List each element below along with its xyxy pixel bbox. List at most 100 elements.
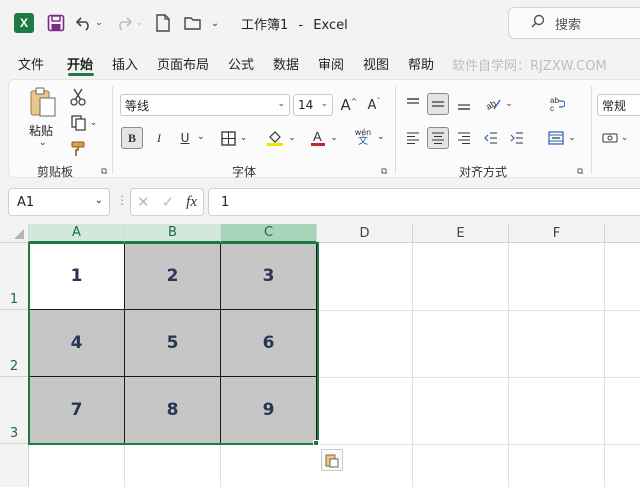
- cell-b2[interactable]: 5: [125, 310, 221, 377]
- format-painter-icon[interactable]: [67, 138, 89, 160]
- title-separator: -: [298, 18, 304, 33]
- column-header-g[interactable]: [605, 224, 640, 243]
- more-options-icon[interactable]: ⋮: [116, 193, 128, 207]
- merge-center-icon[interactable]: ⌄: [543, 127, 581, 149]
- redo-icon[interactable]: ⌄: [114, 12, 144, 34]
- cell-c1[interactable]: 3: [221, 243, 317, 310]
- open-folder-icon[interactable]: [182, 12, 204, 34]
- tab-page-layout[interactable]: 页面布局: [157, 54, 209, 73]
- column-header-b[interactable]: B: [125, 224, 221, 243]
- align-left-icon[interactable]: [403, 127, 423, 149]
- group-divider: [112, 86, 113, 174]
- enter-icon[interactable]: ✓: [162, 193, 175, 211]
- select-all-corner[interactable]: [0, 224, 29, 243]
- phonetic-bottom-text: 文: [358, 136, 368, 147]
- clipboard-launcher-icon[interactable]: ⧉: [101, 167, 107, 177]
- font-name-select[interactable]: 等线 ⌄: [120, 94, 290, 116]
- copy-icon[interactable]: ⌄: [67, 112, 101, 134]
- column-header-f[interactable]: F: [509, 224, 605, 243]
- tab-file[interactable]: 文件: [18, 54, 44, 73]
- column-header-e[interactable]: E: [413, 224, 509, 243]
- quick-access-dropdown-icon[interactable]: ⌄: [208, 12, 222, 34]
- column-header-a[interactable]: A: [29, 224, 125, 243]
- tab-review[interactable]: 审阅: [318, 54, 344, 73]
- align-middle-icon[interactable]: [427, 93, 449, 115]
- align-top-icon[interactable]: [403, 93, 423, 115]
- increase-font-icon[interactable]: A ^: [339, 94, 359, 116]
- workbook-name: 工作簿1: [241, 18, 289, 33]
- alignment-launcher-icon[interactable]: ⧉: [577, 167, 583, 177]
- cell-a2[interactable]: 4: [29, 310, 125, 377]
- align-right-icon[interactable]: [454, 127, 474, 149]
- wrap-text-icon[interactable]: ab c: [547, 93, 567, 115]
- accounting-format-icon[interactable]: ⌄: [599, 127, 631, 149]
- row-header-4[interactable]: [0, 444, 29, 487]
- tab-help[interactable]: 帮助: [408, 54, 434, 73]
- group-divider: [591, 86, 592, 174]
- gridline: [29, 444, 640, 445]
- window-title: 工作簿1 - Excel: [241, 14, 348, 33]
- row-header-1[interactable]: 1: [0, 243, 29, 310]
- underline-button[interactable]: U: [175, 127, 195, 149]
- paste-label[interactable]: 粘贴: [29, 122, 53, 139]
- increase-indent-icon[interactable]: [507, 127, 527, 149]
- bold-button[interactable]: B: [121, 127, 143, 149]
- tab-insert[interactable]: 插入: [112, 54, 138, 73]
- number-format-select[interactable]: 常规: [597, 94, 640, 116]
- row-header-2[interactable]: 2: [0, 310, 29, 377]
- text-orientation-icon[interactable]: ab ⌄: [481, 93, 517, 115]
- name-box[interactable]: A1 ⌄: [8, 188, 110, 216]
- gridline: [317, 377, 640, 378]
- cell-b3[interactable]: 8: [125, 377, 221, 444]
- underline-dropdown-icon[interactable]: ⌄: [197, 132, 205, 142]
- insert-function-icon[interactable]: fx: [186, 194, 197, 211]
- search-box[interactable]: 搜索: [508, 7, 640, 39]
- cell-c2[interactable]: 6: [221, 310, 317, 377]
- tab-view[interactable]: 视图: [363, 54, 389, 73]
- paste-icon[interactable]: [27, 86, 59, 118]
- fill-color-icon[interactable]: ⌄: [261, 127, 301, 149]
- cell-c3[interactable]: 9: [221, 377, 317, 444]
- ribbon-tabs: 文件 开始 插入 页面布局 公式 数据 审阅 视图 帮助 软件自学网：RJZXW…: [0, 46, 640, 76]
- borders-icon[interactable]: ⌄: [217, 127, 251, 149]
- gridline: [508, 243, 509, 487]
- font-size-select[interactable]: 14 ⌄: [293, 94, 333, 116]
- tab-home[interactable]: 开始: [67, 54, 93, 73]
- align-center-icon[interactable]: [427, 127, 449, 149]
- gridline: [220, 444, 221, 487]
- cancel-icon[interactable]: ✕: [137, 193, 150, 211]
- tab-data[interactable]: 数据: [273, 54, 299, 73]
- decrease-indent-icon[interactable]: [481, 127, 501, 149]
- formula-input[interactable]: 1: [208, 188, 640, 216]
- gridline: [317, 310, 640, 311]
- cut-icon[interactable]: [67, 86, 89, 108]
- align-bottom-icon[interactable]: [454, 93, 474, 115]
- font-launcher-icon[interactable]: ⧉: [381, 167, 387, 177]
- paste-dropdown-icon[interactable]: ⌄: [39, 138, 47, 148]
- chevron-down-icon[interactable]: ⌄: [95, 195, 103, 206]
- search-placeholder: 搜索: [555, 17, 582, 33]
- phonetic-dropdown-icon[interactable]: ⌄: [377, 132, 385, 142]
- column-header-d[interactable]: D: [317, 224, 413, 243]
- fill-handle[interactable]: [313, 440, 319, 446]
- watermark-text: 软件自学网：RJZXW.COM: [452, 59, 607, 74]
- tab-formulas[interactable]: 公式: [228, 54, 254, 73]
- undo-icon[interactable]: ⌄: [74, 12, 104, 34]
- gridline: [604, 243, 605, 487]
- search-icon: [531, 14, 545, 32]
- cell-b1[interactable]: 2: [125, 243, 221, 310]
- column-header-c[interactable]: C: [221, 224, 317, 243]
- new-file-icon[interactable]: [153, 12, 173, 34]
- paste-options-icon[interactable]: [321, 449, 343, 471]
- phonetic-guide-icon[interactable]: wén 文: [351, 125, 375, 151]
- cell-a3[interactable]: 7: [29, 377, 125, 444]
- cell-a1[interactable]: 1: [29, 243, 125, 310]
- ribbon-panel: 粘贴 ⌄ ⌄ 剪贴板 ⧉ 等线 ⌄ 14 ⌄ A ^ Aˇ B I U ⌄ ⌄ …: [8, 79, 640, 179]
- formula-bar: A1 ⌄ ⋮ ✕ ✓ fx 1: [0, 186, 640, 218]
- italic-button[interactable]: I: [149, 127, 169, 149]
- save-icon[interactable]: [46, 12, 66, 34]
- gridline: [412, 243, 413, 487]
- decrease-font-icon[interactable]: Aˇ: [364, 94, 384, 116]
- row-header-3[interactable]: 3: [0, 377, 29, 444]
- font-color-icon[interactable]: A ⌄: [307, 127, 341, 149]
